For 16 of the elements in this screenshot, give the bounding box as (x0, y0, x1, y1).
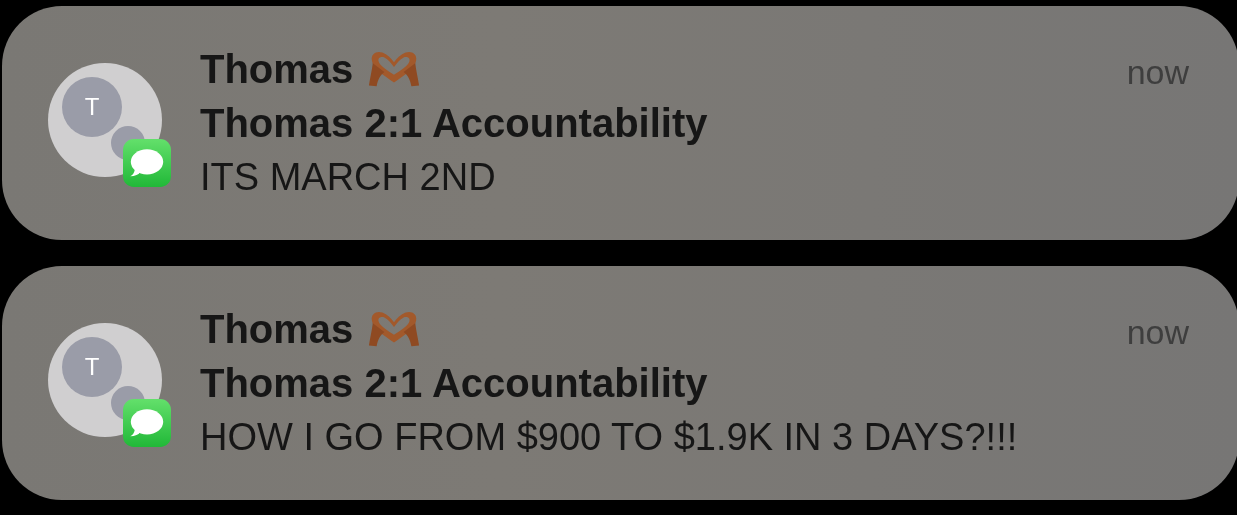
sender-name: Thomas (200, 306, 354, 353)
message-text: ITS MARCH 2ND (200, 155, 497, 200)
timestamp: now (1126, 312, 1189, 352)
notification-card[interactable]: T Thomas now Thomas 2:1 Accountability ITS MARCH 2ND (2, 6, 1237, 240)
timestamp: now (1126, 52, 1189, 92)
avatar-initial: T (84, 353, 100, 381)
sender-name: Thomas (200, 46, 354, 93)
messages-app-icon (123, 139, 171, 187)
message-text: HOW I GO FROM $900 TO $1.9K IN 3 DAYS?!!! (200, 415, 1019, 460)
messages-app-icon (123, 399, 171, 447)
heart-hands-icon (367, 309, 422, 349)
avatar-initial: T (84, 93, 100, 121)
notification-card[interactable]: T Thomas now Thomas 2:1 Accountability HOW I GO FROM $900 TO $1.9K IN 3 DAYS?!!! (2, 266, 1237, 500)
conversation-name: Thomas 2:1 Accountability (200, 360, 709, 407)
heart-hands-icon (367, 49, 422, 89)
conversation-name: Thomas 2:1 Accountability (200, 100, 709, 147)
